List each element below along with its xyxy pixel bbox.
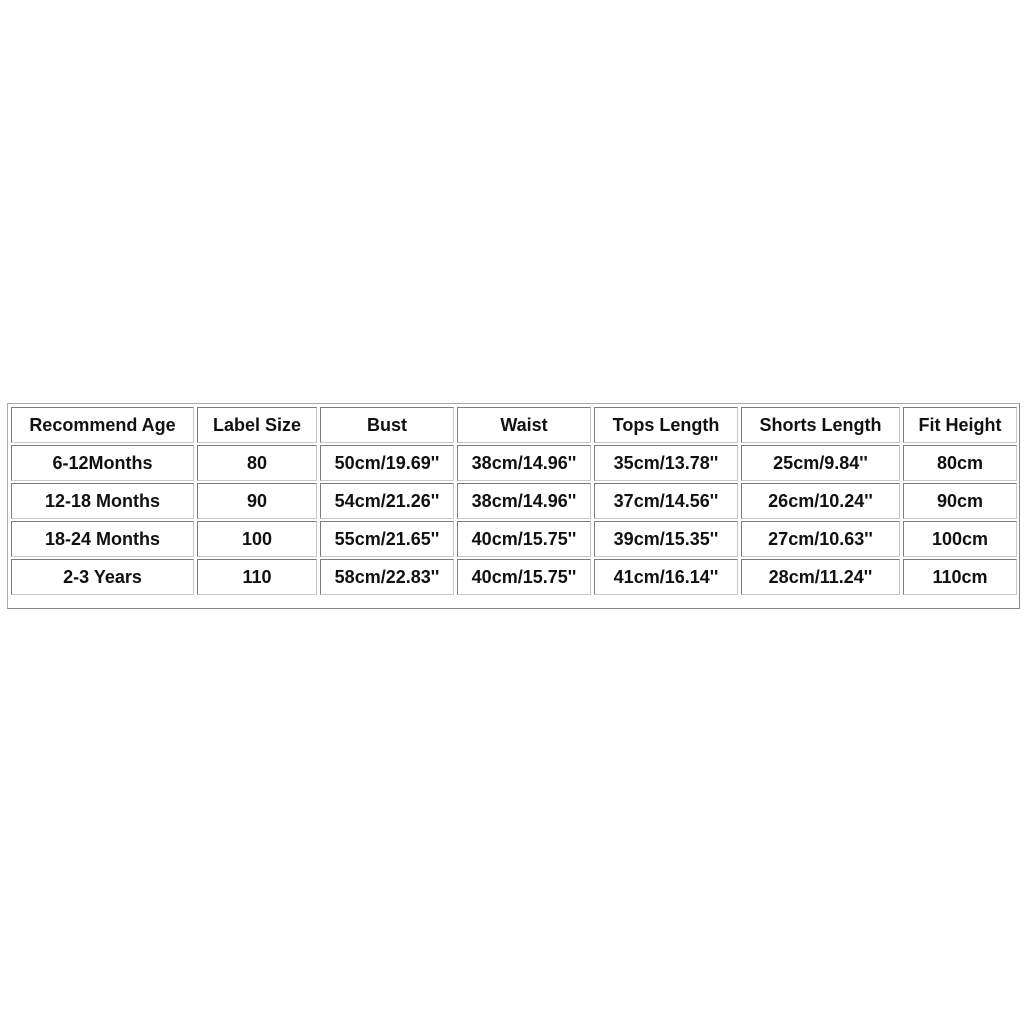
header-cell: Fit Height <box>903 407 1017 443</box>
table-cell: 58cm/22.83'' <box>320 559 454 595</box>
table-cell: 100cm <box>903 521 1017 557</box>
table-cell: 26cm/10.24'' <box>741 483 900 519</box>
table-cell: 50cm/19.69'' <box>320 445 454 481</box>
table-row: 6-12Months 80 50cm/19.69'' 38cm/14.96'' … <box>11 445 1017 481</box>
table-cell: 35cm/13.78'' <box>594 445 738 481</box>
table-cell: 110 <box>197 559 317 595</box>
header-cell: Tops Length <box>594 407 738 443</box>
table-cell: 39cm/15.35'' <box>594 521 738 557</box>
header-row: Recommend Age Label Size Bust Waist Tops… <box>11 407 1017 443</box>
size-table: Recommend Age Label Size Bust Waist Tops… <box>8 405 1020 597</box>
header-cell: Waist <box>457 407 591 443</box>
table-cell: 54cm/21.26'' <box>320 483 454 519</box>
table-row: 12-18 Months 90 54cm/21.26'' 38cm/14.96'… <box>11 483 1017 519</box>
table-cell: 55cm/21.65'' <box>320 521 454 557</box>
table-cell: 40cm/15.75'' <box>457 559 591 595</box>
size-chart-table: Recommend Age Label Size Bust Waist Tops… <box>7 403 1020 609</box>
table-row: 2-3 Years 110 58cm/22.83'' 40cm/15.75'' … <box>11 559 1017 595</box>
table-cell: 18-24 Months <box>11 521 194 557</box>
table-cell: 110cm <box>903 559 1017 595</box>
table-cell: 28cm/11.24'' <box>741 559 900 595</box>
table-cell: 2-3 Years <box>11 559 194 595</box>
table-cell: 80 <box>197 445 317 481</box>
table-cell: 80cm <box>903 445 1017 481</box>
header-cell: Recommend Age <box>11 407 194 443</box>
table-cell: 27cm/10.63'' <box>741 521 900 557</box>
table-cell: 12-18 Months <box>11 483 194 519</box>
header-cell: Shorts Length <box>741 407 900 443</box>
table-cell: 6-12Months <box>11 445 194 481</box>
table-cell: 100 <box>197 521 317 557</box>
table-cell: 90cm <box>903 483 1017 519</box>
table-row: 18-24 Months 100 55cm/21.65'' 40cm/15.75… <box>11 521 1017 557</box>
header-cell: Label Size <box>197 407 317 443</box>
table-cell: 37cm/14.56'' <box>594 483 738 519</box>
header-cell: Bust <box>320 407 454 443</box>
table-cell: 40cm/15.75'' <box>457 521 591 557</box>
table-cell: 38cm/14.96'' <box>457 483 591 519</box>
table-cell: 38cm/14.96'' <box>457 445 591 481</box>
table-cell: 90 <box>197 483 317 519</box>
table-cell: 41cm/16.14'' <box>594 559 738 595</box>
table-cell: 25cm/9.84'' <box>741 445 900 481</box>
